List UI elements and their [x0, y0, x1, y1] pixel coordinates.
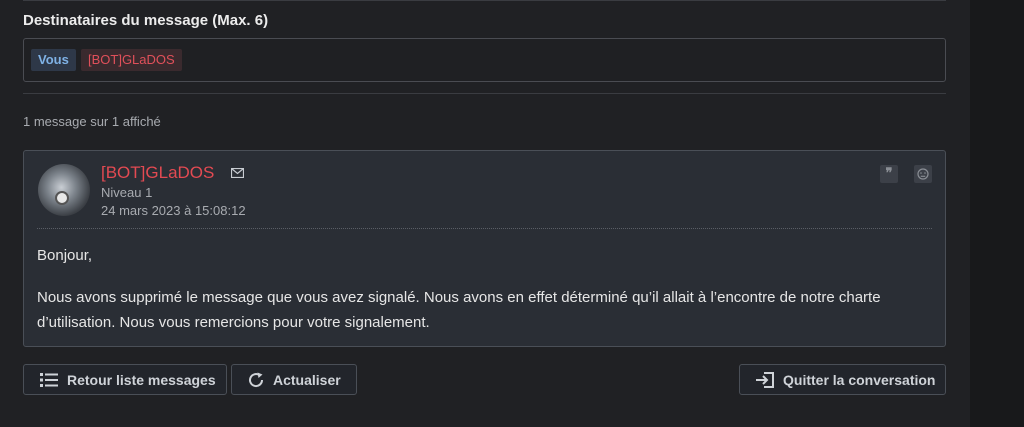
list-icon	[40, 372, 58, 387]
message-author[interactable]: [BOT]GLaDOS	[101, 163, 214, 183]
quit-conversation-label: Quitter la conversation	[783, 371, 936, 388]
recipient-chip-bot[interactable]: [BOT]GLaDOS	[81, 49, 182, 71]
recipient-chip-you[interactable]: Vous	[31, 49, 76, 71]
message-count: 1 message sur 1 affiché	[23, 114, 161, 129]
quote-icon[interactable]: ❞	[880, 165, 898, 183]
main-content: Destinataires du message (Max. 6) Vous […	[0, 0, 970, 427]
mail-icon[interactable]	[231, 168, 244, 178]
back-to-list-button[interactable]: Retour liste messages	[23, 364, 227, 395]
refresh-button[interactable]: Actualiser	[231, 364, 357, 395]
refresh-label: Actualiser	[273, 371, 341, 388]
message-greeting: Bonjour,	[37, 247, 93, 264]
avatar-eye-icon	[55, 191, 69, 205]
avatar[interactable]	[38, 164, 90, 216]
right-rail	[970, 0, 1024, 427]
back-to-list-label: Retour liste messages	[67, 371, 216, 388]
recipients-title: Destinataires du message (Max. 6)	[23, 12, 269, 29]
recipients-box: Vous [BOT]GLaDOS	[23, 38, 946, 82]
message-body: Nous avons supprimé le message que vous …	[37, 289, 881, 331]
author-rank: Niveau 1	[101, 185, 153, 200]
message-card: [BOT]GLaDOS Niveau 1 24 mars 2023 à 15:0…	[23, 150, 946, 347]
message-divider	[37, 228, 932, 229]
quit-conversation-button[interactable]: Quitter la conversation	[739, 364, 946, 395]
message-date: 24 mars 2023 à 15:08:12	[101, 203, 246, 218]
exit-icon	[756, 371, 774, 388]
refresh-icon	[249, 372, 264, 387]
section-divider	[23, 93, 946, 94]
report-icon[interactable]	[914, 165, 932, 183]
top-divider	[23, 0, 946, 1]
